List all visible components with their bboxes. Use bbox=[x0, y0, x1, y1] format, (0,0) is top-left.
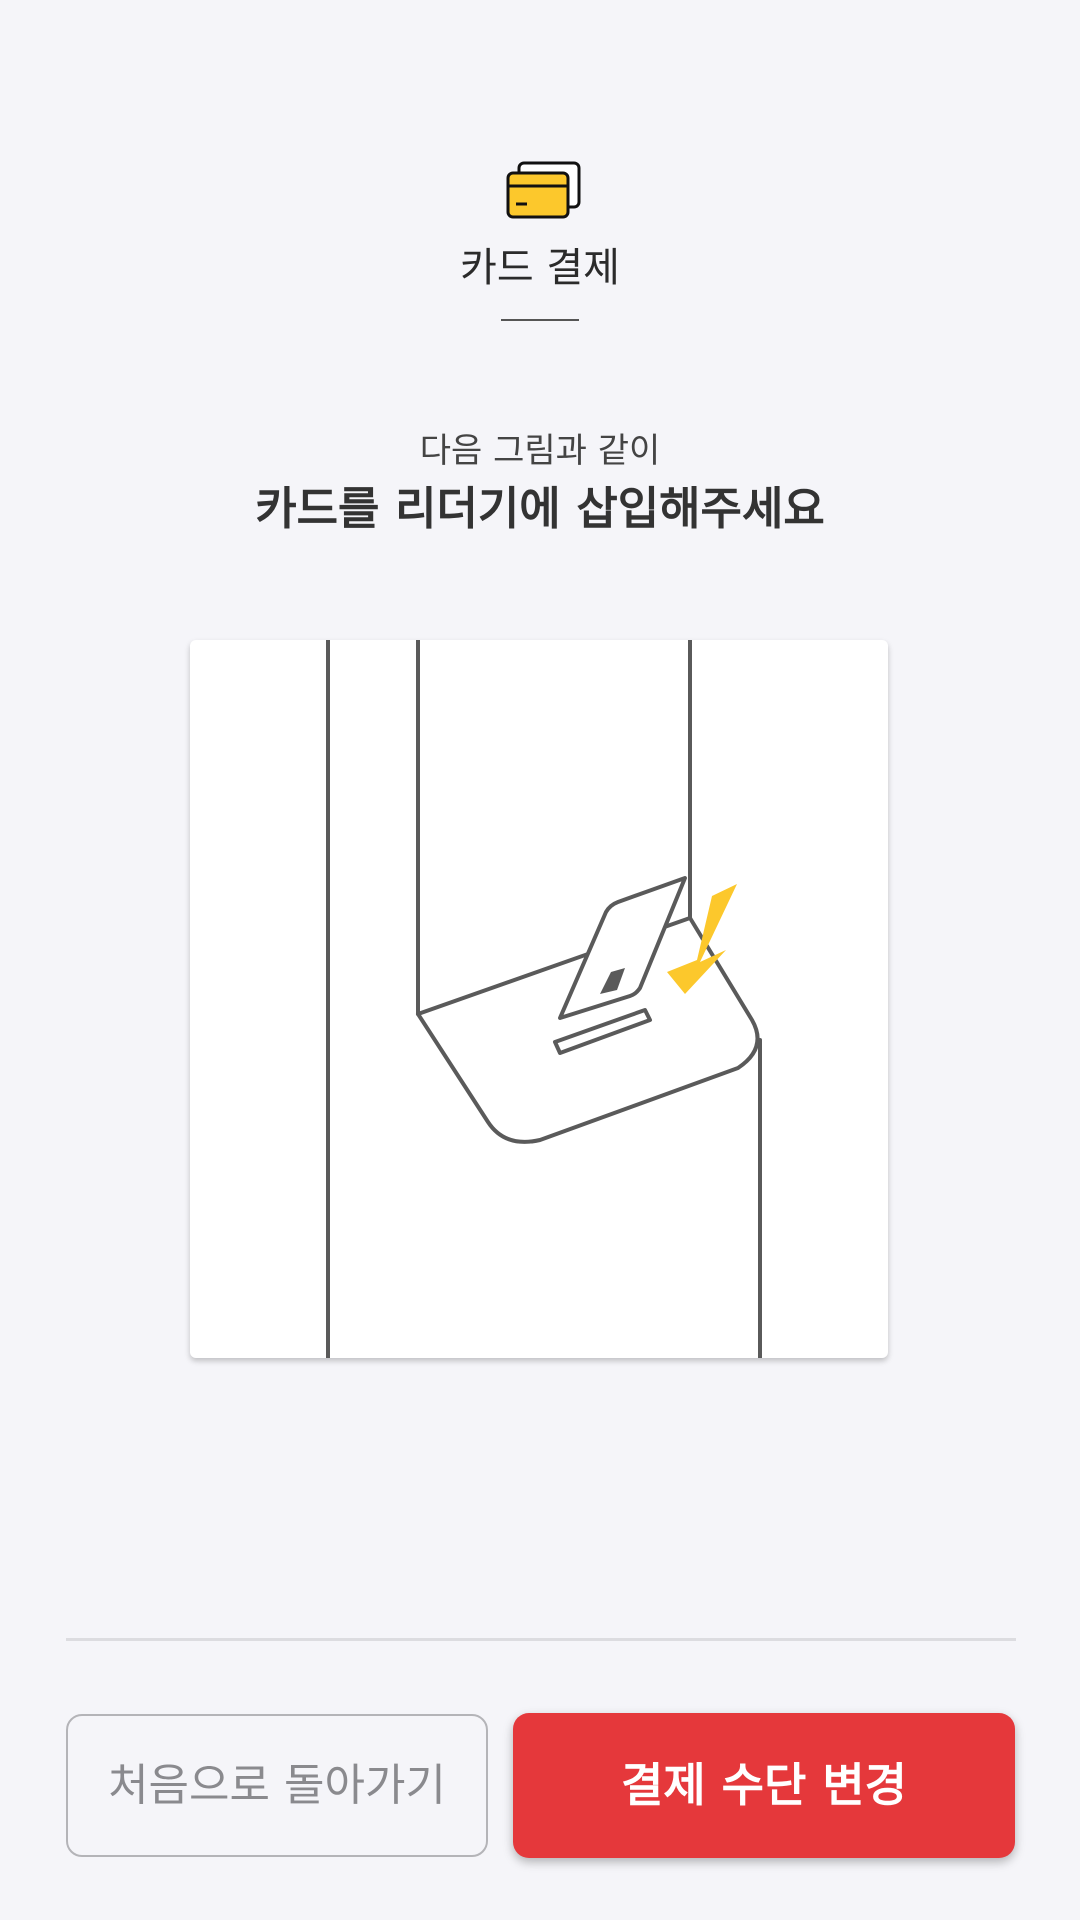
footer-divider bbox=[66, 1638, 1016, 1641]
credit-card-icon bbox=[506, 161, 581, 219]
change-payment-method-button[interactable]: 결제 수단 변경 bbox=[513, 1713, 1015, 1858]
back-to-start-button[interactable]: 처음으로 돌아가기 bbox=[66, 1714, 488, 1857]
card-insert-illustration bbox=[190, 640, 888, 1358]
instruction-headline: 카드를 리더기에 삽입해주세요 bbox=[255, 482, 825, 535]
card-reader-drawing bbox=[326, 640, 762, 1358]
title-divider bbox=[501, 319, 579, 321]
instruction-subtitle: 다음 그림과 같이 bbox=[419, 431, 661, 471]
page-title: 카드 결제 bbox=[460, 245, 620, 291]
